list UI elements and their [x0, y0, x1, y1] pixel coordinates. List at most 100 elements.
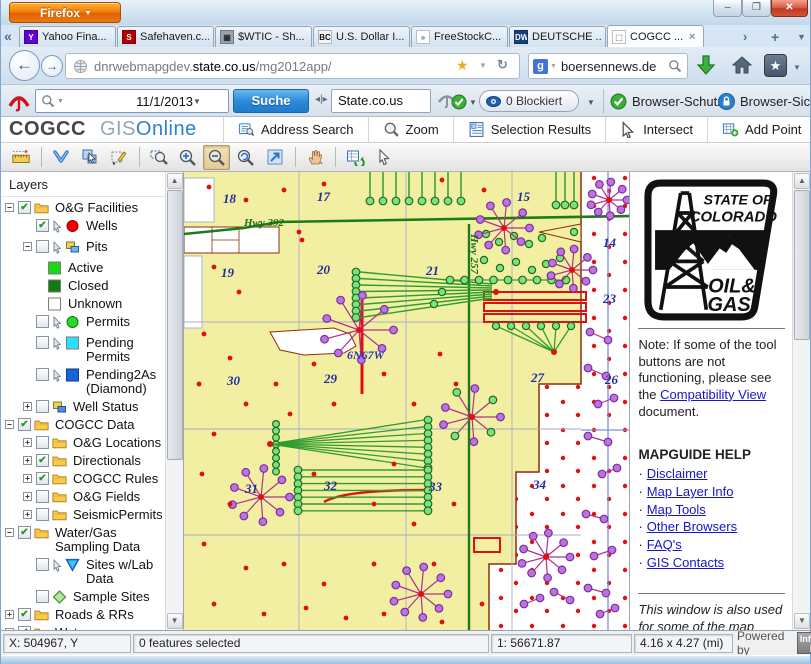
downloads-icon[interactable]: [695, 54, 717, 80]
layer-checkbox[interactable]: [36, 558, 49, 571]
chevron-down-icon[interactable]: ▼: [193, 97, 222, 106]
help-link[interactable]: ·Map Tools: [638, 502, 787, 519]
browser-tab[interactable]: SSafehaven.c...: [117, 26, 214, 47]
collapse-box-icon[interactable]: −: [5, 203, 14, 212]
site-field[interactable]: State.co.us: [331, 89, 431, 113]
bookmarks-dropdown-icon[interactable]: ▼: [793, 63, 801, 72]
map-image[interactable]: 18171514192021233029272631323334Hwy 392H…: [184, 172, 630, 630]
layer-item[interactable]: +✔Roads & RRs: [1, 606, 165, 624]
expand-box-icon[interactable]: +: [23, 492, 32, 501]
select-arrow-button[interactable]: [370, 145, 397, 170]
layer-item[interactable]: Active: [1, 259, 165, 277]
chevron-down-icon[interactable]: ▼: [469, 98, 477, 107]
browser-tab[interactable]: DWNDEUTSCHE ...: [509, 26, 606, 47]
layer-item[interactable]: Pending Permits: [1, 334, 165, 366]
bookmark-star-icon[interactable]: ★: [456, 58, 469, 72]
avira-search-field[interactable]: ▼ 11/1/2013 ▼: [35, 89, 229, 113]
search-input[interactable]: boersennews.de: [561, 59, 668, 74]
new-tab-button[interactable]: +: [771, 29, 779, 45]
layer-checkbox[interactable]: ✔: [36, 454, 49, 467]
search-engine-icon[interactable]: g: [533, 59, 548, 74]
layer-checkbox[interactable]: [36, 240, 49, 253]
url-dropdown-icon[interactable]: ▼: [479, 61, 487, 70]
layer-checkbox[interactable]: [36, 490, 49, 503]
layer-checkbox[interactable]: [36, 315, 49, 328]
layer-checkbox[interactable]: ✔: [36, 219, 49, 232]
minimize-button[interactable]: –: [713, 0, 742, 17]
help-link-anchor[interactable]: Map Tools: [647, 502, 706, 517]
layer-item[interactable]: +✔Directionals: [1, 452, 165, 470]
map-canvas[interactable]: 18171514192021233029272631323334Hwy 392H…: [184, 172, 630, 630]
refresh-map-button[interactable]: [341, 145, 368, 170]
layer-checkbox[interactable]: [36, 436, 49, 449]
browser-schutz-label[interactable]: Browser-Schutz: [632, 94, 724, 109]
help-link-anchor[interactable]: GIS Contacts: [647, 555, 724, 570]
layer-item[interactable]: −Pits: [1, 238, 165, 259]
help-link[interactable]: ·GIS Contacts: [638, 555, 787, 572]
expand-box-icon[interactable]: +: [23, 402, 32, 411]
search-engine-dropdown-icon[interactable]: ▼: [550, 63, 557, 70]
menu-selection-results[interactable]: Selection Results: [453, 117, 605, 142]
help-link-anchor[interactable]: Disclaimer: [647, 466, 708, 481]
layer-item[interactable]: Permits: [1, 313, 165, 334]
layer-item[interactable]: Sites w/Lab Data: [1, 556, 165, 588]
zoom-in-button[interactable]: [174, 145, 201, 170]
layer-item[interactable]: Unknown: [1, 295, 165, 313]
help-link-anchor[interactable]: FAQ's: [647, 537, 682, 552]
layer-checkbox[interactable]: ✔: [18, 608, 31, 621]
compatibility-view-link[interactable]: Compatibility View: [660, 387, 766, 402]
layer-item[interactable]: ✔Wells: [1, 217, 165, 238]
collapse-box-icon[interactable]: −: [23, 242, 32, 251]
expand-box-icon[interactable]: +: [23, 438, 32, 447]
forward-button[interactable]: →: [41, 55, 63, 77]
url-bar[interactable]: dnrwebmapgdev.state.co.us/mg2012app/: [65, 53, 520, 79]
scrollbar-thumb[interactable]: [794, 190, 810, 340]
layer-item[interactable]: Closed: [1, 277, 165, 295]
help-link[interactable]: ·Map Layer Info: [638, 484, 787, 501]
expand-box-icon[interactable]: +: [23, 510, 32, 519]
browser-security-label[interactable]: Browser-Sicherheit: [740, 94, 811, 109]
layer-checkbox[interactable]: [36, 368, 49, 381]
layer-checkbox[interactable]: ✔: [36, 472, 49, 485]
home-icon[interactable]: [731, 54, 753, 79]
search-magnifier-icon[interactable]: [668, 59, 682, 73]
maximize-button[interactable]: ❐: [742, 0, 771, 17]
layer-checkbox[interactable]: ✔: [18, 201, 31, 214]
layer-checkbox[interactable]: [36, 336, 49, 349]
browser-tab[interactable]: ▦$WTIC - Sh...: [215, 26, 312, 47]
help-link-anchor[interactable]: Map Layer Info: [647, 484, 734, 499]
list-all-tabs-icon[interactable]: ▼: [797, 32, 806, 42]
browser-tab[interactable]: ⬚COGCC ...×: [607, 25, 704, 47]
layer-checkbox[interactable]: [36, 590, 49, 603]
blocked-counter[interactable]: 0 Blockiert: [479, 90, 579, 112]
collapse-box-icon[interactable]: −: [5, 528, 14, 537]
tab-scroll-right-icon[interactable]: ›: [743, 29, 747, 44]
layer-item[interactable]: Pending2As (Diamond): [1, 366, 165, 398]
menu-intersect[interactable]: Intersect: [605, 117, 707, 142]
scroll-up-icon[interactable]: ▲: [794, 173, 810, 189]
tab-scroll-left-icon[interactable]: «: [4, 28, 12, 44]
help-link[interactable]: ·FAQ's: [638, 537, 787, 554]
zoom-window-button[interactable]: [145, 145, 172, 170]
toolbar-splitter-icon[interactable]: ◂|▸: [315, 94, 328, 105]
expand-box-icon[interactable]: +: [23, 456, 32, 465]
scroll-up-icon[interactable]: ▲: [167, 173, 183, 189]
zoom-previous-button[interactable]: [232, 145, 259, 170]
layer-item[interactable]: +O&G Fields: [1, 488, 165, 506]
redline-button[interactable]: [105, 145, 132, 170]
tab-close-icon[interactable]: ×: [689, 31, 699, 43]
avira-search-input[interactable]: 11/1/2013: [136, 94, 193, 109]
layers-scrollbar[interactable]: ▲ ▼: [165, 172, 183, 630]
layer-item[interactable]: Sample Sites: [1, 588, 165, 606]
expand-box-icon[interactable]: +: [5, 610, 14, 619]
menu-add-point[interactable]: Add Point: [707, 117, 811, 142]
layer-item[interactable]: +O&G Locations: [1, 434, 165, 452]
menu-zoom[interactable]: Zoom: [368, 117, 453, 142]
initial-view-button[interactable]: [261, 145, 288, 170]
layer-item[interactable]: −✔O&G Facilities: [1, 199, 165, 217]
layer-item[interactable]: −✔COGCC Data: [1, 416, 165, 434]
layer-item[interactable]: +Well Status: [1, 398, 165, 416]
expand-box-icon[interactable]: +: [23, 474, 32, 483]
layer-checkbox[interactable]: [36, 508, 49, 521]
menu-address-search[interactable]: Address Search: [223, 117, 368, 142]
